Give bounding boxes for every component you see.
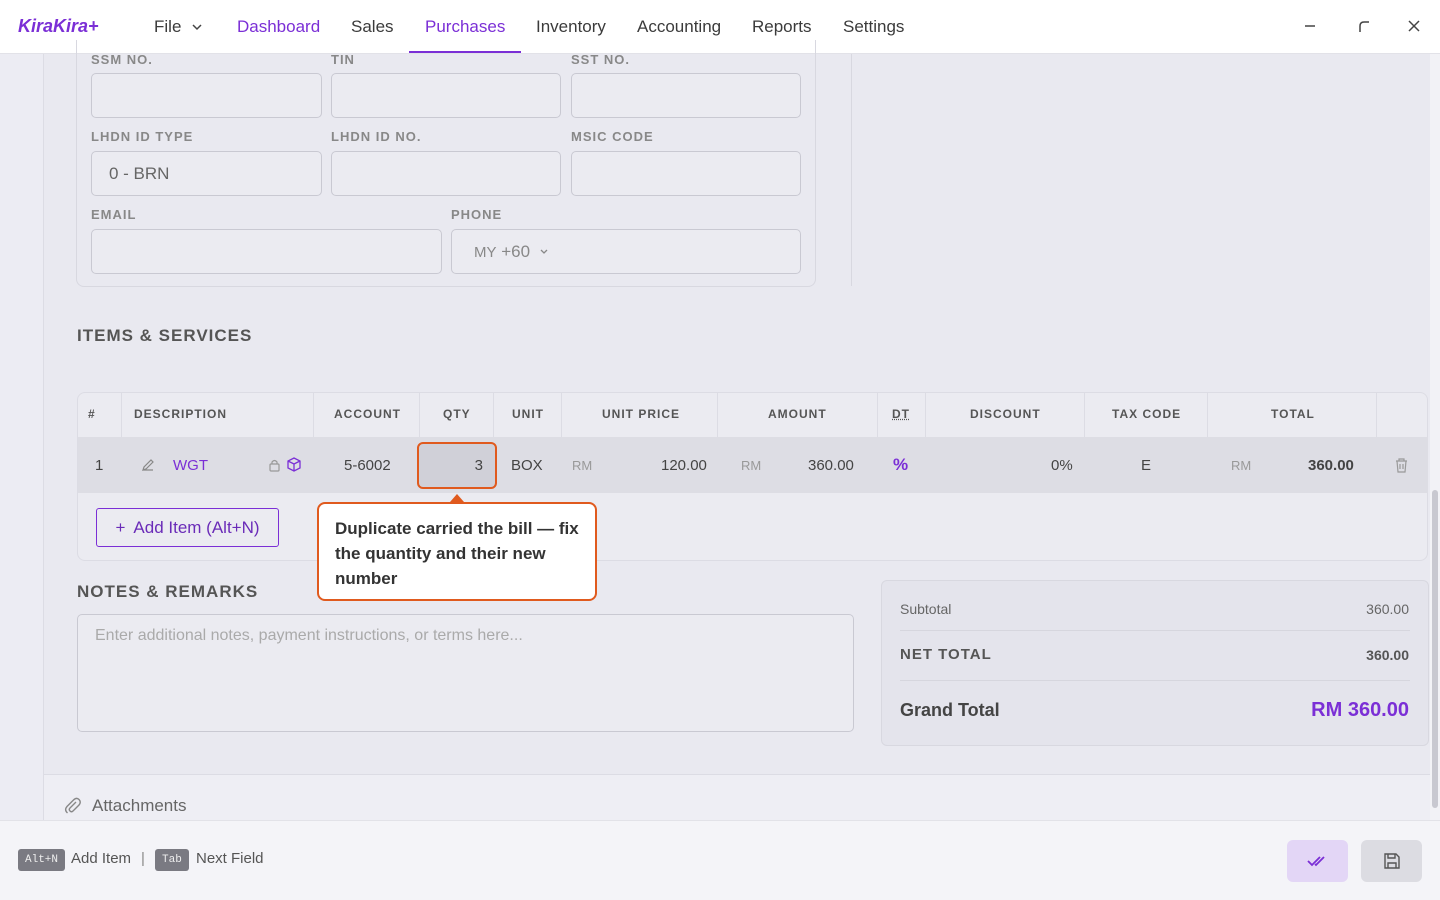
lock-icon — [269, 459, 280, 472]
nav-reports[interactable]: Reports — [752, 17, 812, 37]
app-brand: KiraKira+ — [18, 16, 99, 36]
save-button[interactable] — [1361, 840, 1422, 882]
header-qty: QTY — [443, 407, 471, 421]
item-amount: 360.00 — [808, 457, 854, 474]
minimize-icon[interactable] — [1300, 16, 1320, 36]
chevron-down-icon[interactable] — [191, 21, 203, 33]
header-dt: DT — [892, 407, 910, 421]
net-total-value: 360.00 — [1366, 647, 1409, 663]
lhdn-type-label: LHDN ID TYPE — [91, 129, 194, 144]
grand-total-label: Grand Total — [900, 700, 1000, 720]
divider — [900, 680, 1410, 681]
item-tax-code[interactable]: E — [1141, 457, 1151, 474]
header-unit-price: UNIT PRICE — [602, 407, 681, 421]
quantity-value[interactable]: 3 — [417, 457, 483, 474]
close-icon[interactable] — [1404, 16, 1424, 36]
save-icon — [1383, 853, 1400, 869]
sst-label: SST NO. — [571, 52, 631, 67]
subtotal-value: 360.00 — [1366, 601, 1409, 617]
currency-label: RM — [1231, 458, 1252, 473]
restore-icon[interactable] — [1354, 16, 1374, 36]
chevron-down-icon[interactable] — [539, 247, 549, 257]
nav-dashboard[interactable]: Dashboard — [237, 17, 320, 37]
phone-code: +60 — [501, 242, 531, 261]
header-amount: AMOUNT — [768, 407, 827, 421]
left-gutter — [0, 54, 44, 820]
grand-total-value: RM 360.00 — [1311, 699, 1409, 721]
menu-file[interactable]: File — [154, 17, 181, 37]
msic-field[interactable] — [571, 151, 801, 196]
shortcut-key: Alt+N — [18, 849, 66, 871]
header-description: DESCRIPTION — [134, 407, 228, 421]
row-number: 1 — [95, 457, 104, 474]
currency-label: RM — [572, 458, 593, 473]
lhdn-no-label: LHDN ID NO. — [331, 129, 422, 144]
paperclip-icon — [64, 797, 81, 814]
item-total: 360.00 — [1308, 457, 1354, 474]
discount-type-toggle[interactable]: % — [893, 455, 908, 475]
nav-accounting[interactable]: Accounting — [637, 17, 721, 37]
hint-separator: | — [141, 850, 145, 867]
header-account: ACCOUNT — [334, 407, 401, 421]
lhdn-type-select[interactable]: 0 - BRN — [91, 151, 322, 196]
ssm-field[interactable] — [91, 73, 322, 118]
phone-label: PHONE — [451, 207, 503, 222]
item-description-link[interactable]: WGT — [173, 457, 208, 474]
lhdn-no-field[interactable] — [331, 151, 561, 196]
sst-field[interactable] — [571, 73, 801, 118]
double-check-icon — [1306, 856, 1325, 867]
approve-button[interactable] — [1287, 840, 1348, 882]
nav-sales[interactable]: Sales — [351, 17, 394, 37]
shortcut-hint: Add Item — [71, 850, 132, 867]
header-tax-code: TAX CODE — [1112, 407, 1182, 421]
items-section-title: ITEMS & SERVICES — [77, 326, 253, 345]
phone-field[interactable]: MY +60 — [451, 229, 801, 274]
divider — [900, 630, 1410, 631]
phone-country[interactable]: MY — [474, 244, 497, 261]
column-divider — [851, 54, 852, 286]
nav-purchases[interactable]: Purchases — [425, 17, 505, 37]
nav-inventory[interactable]: Inventory — [536, 17, 606, 37]
header-total: TOTAL — [1271, 407, 1315, 421]
notes-section-title: NOTES & REMARKS — [77, 582, 259, 601]
scrollbar-thumb[interactable] — [1432, 490, 1438, 808]
email-field[interactable] — [91, 229, 442, 274]
plus-icon: + — [115, 517, 126, 537]
msic-label: MSIC CODE — [571, 129, 654, 144]
package-icon[interactable] — [287, 457, 301, 472]
header-discount: DISCOUNT — [970, 407, 1041, 421]
email-label: EMAIL — [91, 207, 137, 222]
header-unit: UNIT — [512, 407, 544, 421]
shortcut-hint: Next Field — [196, 850, 264, 867]
attachments-label: Attachments — [92, 796, 187, 815]
tin-field[interactable] — [331, 73, 561, 118]
edit-pencil-icon[interactable] — [141, 458, 155, 472]
ssm-label: SSM NO. — [91, 52, 153, 67]
net-total-label: NET TOTAL — [900, 646, 992, 663]
tin-label: TIN — [331, 52, 355, 67]
callout-pointer — [450, 494, 464, 502]
header-num: # — [88, 407, 96, 421]
instruction-callout: Duplicate carried the bill — fix the qua… — [317, 502, 597, 601]
notes-textarea[interactable]: Enter additional notes, payment instruct… — [77, 614, 854, 732]
nav-settings[interactable]: Settings — [843, 17, 904, 37]
trash-icon[interactable] — [1394, 457, 1409, 473]
shortcut-key: Tab — [155, 849, 189, 871]
attachments-toggle[interactable]: Attachments — [64, 796, 187, 816]
item-discount[interactable]: 0% — [1051, 457, 1073, 474]
add-item-button[interactable]: + Add Item (Alt+N) — [96, 508, 279, 547]
currency-label: RM — [741, 458, 762, 473]
subtotal-label: Subtotal — [900, 601, 952, 617]
item-unit[interactable]: BOX — [511, 457, 543, 474]
item-account[interactable]: 5-6002 — [344, 457, 391, 474]
divider — [44, 774, 1430, 775]
add-item-label: Add Item (Alt+N) — [133, 517, 260, 537]
item-unit-price[interactable]: 120.00 — [661, 457, 707, 474]
